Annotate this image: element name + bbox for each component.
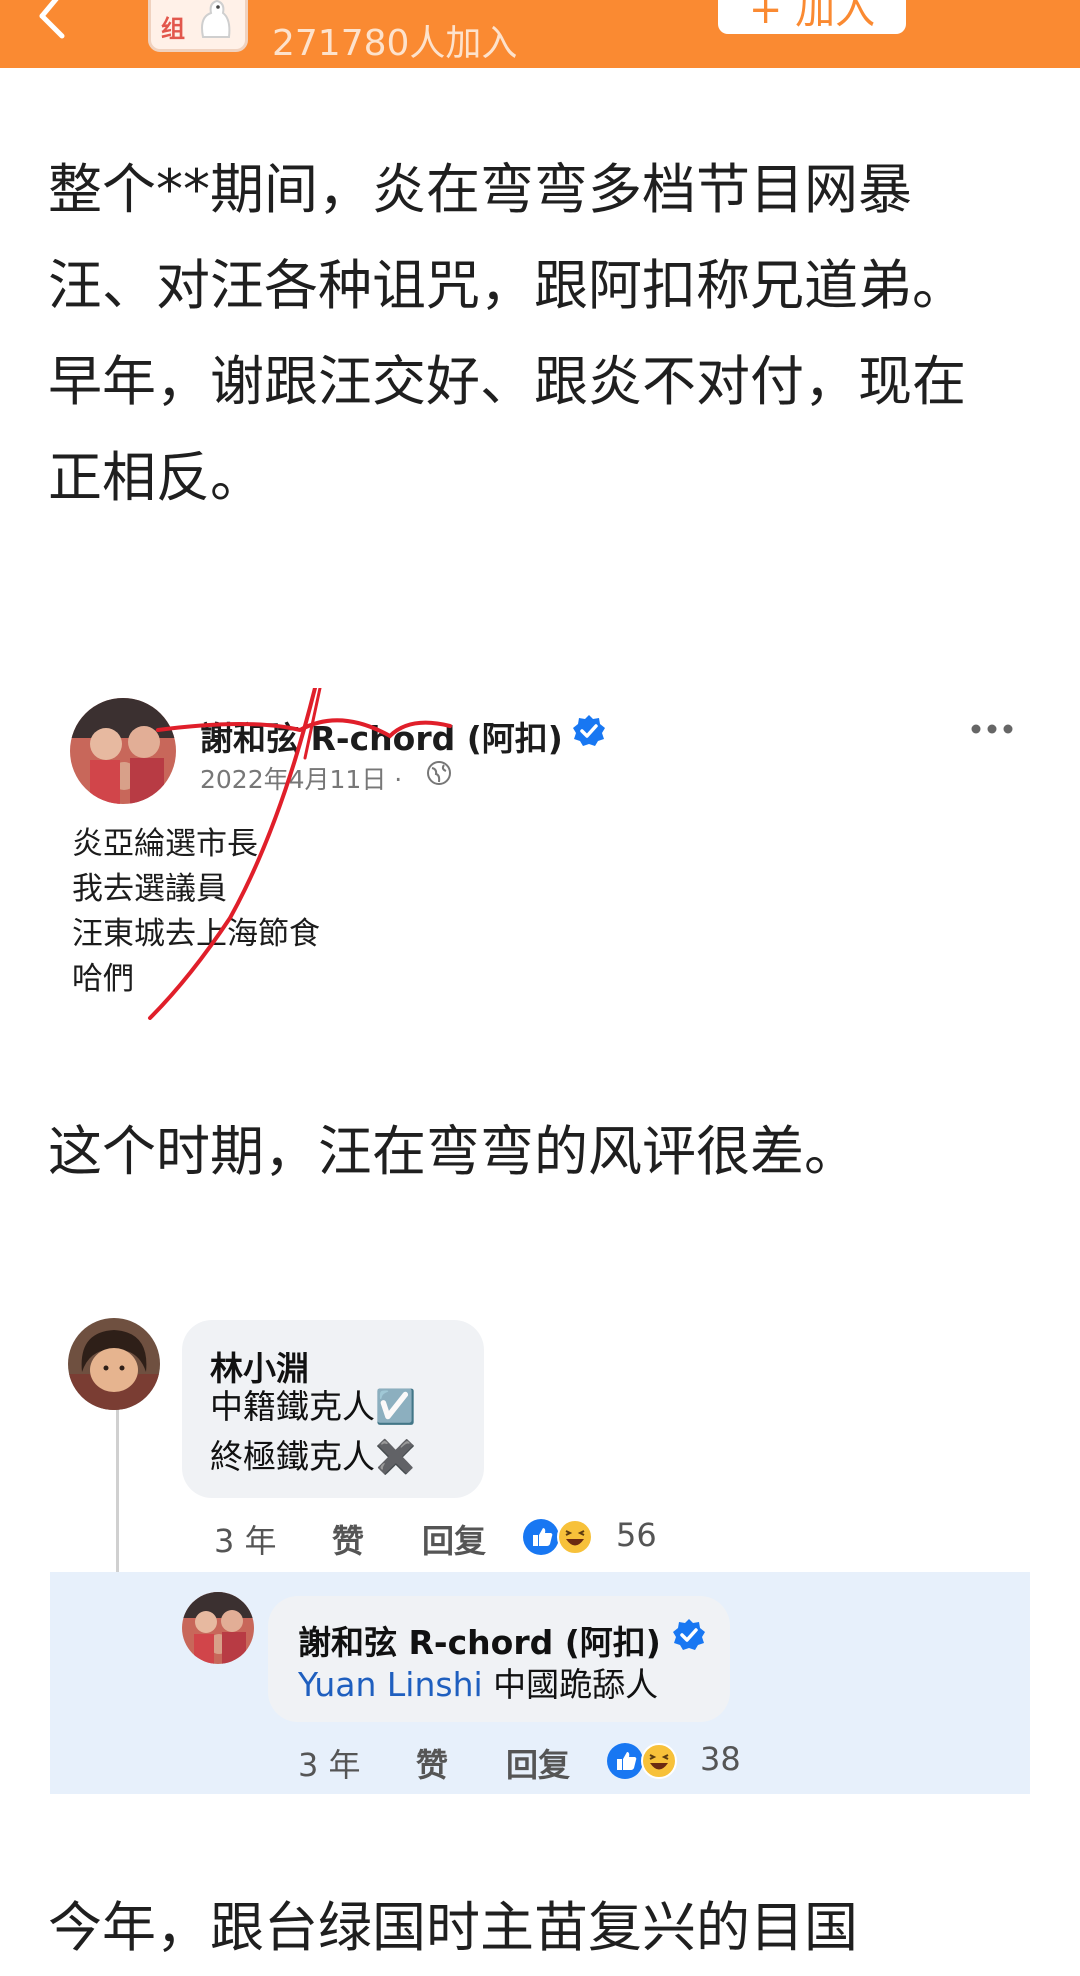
reply-button[interactable]: 回复 [506, 1740, 570, 1786]
comment-line: 終極鐵克人✖️ [210, 1437, 417, 1476]
comment-time: 3 年 [214, 1522, 277, 1560]
comment-text: Yuan Linshi 中國跪舔人 [298, 1660, 658, 1710]
like-button[interactable]: 赞 [332, 1516, 364, 1562]
back-arrow-icon[interactable] [30, 0, 90, 46]
comment-bubble: 謝和弦 R-chord (阿扣) Yuan Linshi 中國跪舔人 [268, 1596, 730, 1722]
like-reaction-icon [607, 1743, 643, 1779]
avatar [182, 1592, 254, 1664]
group-logo-text: 组 [161, 15, 185, 43]
member-count: 271780人加入 [272, 23, 518, 64]
article-paragraph: 整个**期间，炎在弯弯多档节目网暴汪、对汪各种诅咒，跟阿扣称兄道弟。早年，谢跟汪… [48, 158, 966, 509]
haha-reaction-icon [641, 1743, 677, 1779]
comment-bubble: 林小淵 中籍鐵克人☑️ 終極鐵克人✖️ [182, 1320, 484, 1498]
like-button[interactable]: 赞 [416, 1740, 448, 1786]
comment-text: 中籍鐵克人☑️ 終極鐵克人✖️ [210, 1382, 416, 1482]
article-paragraph: 今年，跟台绿国时主苗复兴的目国 [48, 1896, 858, 1959]
mention-link[interactable]: Yuan Linshi [298, 1665, 483, 1704]
commenter-name[interactable]: 謝和弦 R-chord (阿扣) [298, 1616, 661, 1664]
comment-line: 中籍鐵克人☑️ [210, 1387, 417, 1426]
embedded-facebook-post: 謝和弦 R-chord (阿扣) 2022年4月11日 · 炎亞綸選市長 我去選… [50, 688, 1030, 1020]
comment-line: 中國跪舔人 [482, 1665, 659, 1704]
join-button[interactable]: + 加入 [718, 0, 906, 34]
more-options-icon[interactable] [950, 0, 1080, 4]
article-paragraph: 这个时期，汪在弯弯的风评很差。 [48, 1120, 858, 1183]
reaction-count: 38 [700, 1740, 741, 1778]
group-logo[interactable]: 组 [148, 0, 248, 52]
red-annotation-mark [148, 688, 452, 1020]
like-reaction-icon [523, 1519, 559, 1555]
comment-meta: 3 年 赞 回复 38 [298, 1740, 758, 1784]
haha-reaction-icon [557, 1519, 593, 1555]
comment-time: 3 年 [298, 1746, 361, 1784]
avatar [68, 1318, 160, 1410]
reaction-count: 56 [616, 1516, 657, 1554]
comment-meta: 3 年 赞 回复 56 [214, 1516, 674, 1560]
verified-badge-icon [673, 1619, 705, 1650]
group-header: 组 271780人加入 + 加入 [0, 0, 1080, 68]
duck-icon [201, 0, 231, 38]
reply-button[interactable]: 回复 [422, 1516, 486, 1562]
